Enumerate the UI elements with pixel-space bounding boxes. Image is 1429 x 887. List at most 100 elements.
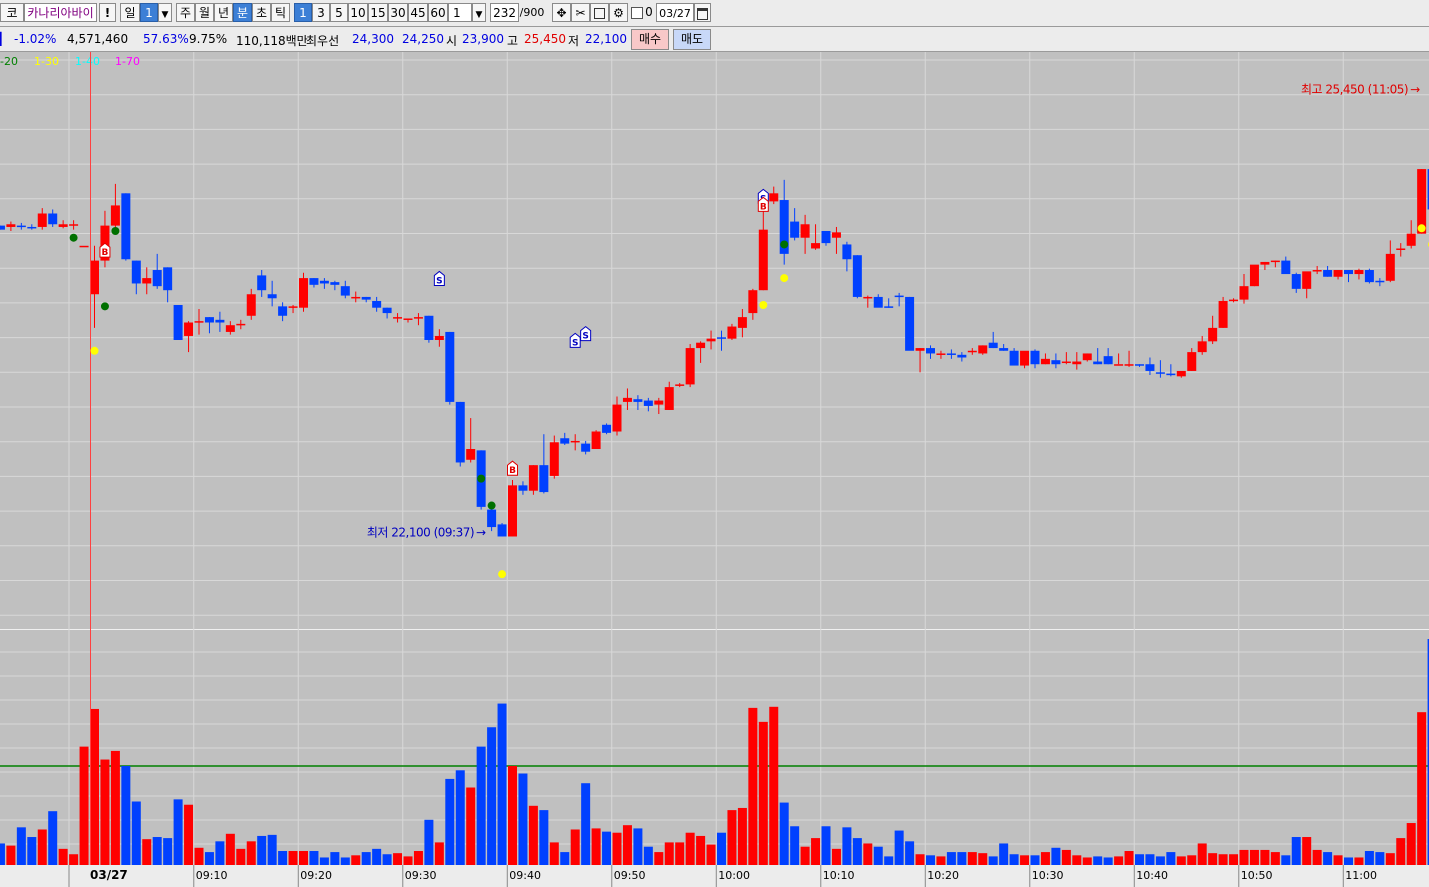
candle xyxy=(194,321,204,323)
candle xyxy=(79,245,89,248)
period-tick-button[interactable]: 틱 xyxy=(271,3,290,22)
candle xyxy=(1364,270,1374,283)
period-week-button[interactable]: 주 xyxy=(176,3,195,22)
period-month-button[interactable]: 월 xyxy=(195,3,214,22)
scissors-icon: ✂ xyxy=(575,6,586,20)
candle xyxy=(1249,264,1259,287)
volume-bar xyxy=(1208,853,1218,865)
volume-bar xyxy=(413,851,423,865)
interval-45-button[interactable]: 45 xyxy=(408,3,428,22)
sell-marker: S xyxy=(433,270,445,286)
candle xyxy=(696,342,706,349)
high-price: 25,450 xyxy=(524,32,566,46)
interval-5-button[interactable]: 5 xyxy=(330,3,348,22)
date-tick-label: 03/27 xyxy=(90,868,128,882)
crosshair-tool-button[interactable]: ✥ xyxy=(552,3,571,22)
volume-bar xyxy=(319,857,329,865)
green-signal-dot xyxy=(487,501,496,510)
green-signal-dot xyxy=(477,474,486,483)
volume-bar xyxy=(1040,852,1050,865)
candle xyxy=(560,438,570,444)
period-minute-button[interactable]: 분 xyxy=(233,3,252,22)
calendar-button[interactable] xyxy=(694,3,711,22)
volume-bar xyxy=(936,856,946,865)
change-percent: -1.02% xyxy=(14,32,57,46)
candle xyxy=(1103,356,1113,365)
range-checkbox-label: 0 xyxy=(645,5,653,19)
volume-bar xyxy=(612,832,622,865)
sell-button[interactable]: 매도 xyxy=(673,29,712,50)
candle xyxy=(1040,358,1050,365)
volume-bar xyxy=(37,829,47,865)
candle xyxy=(1417,169,1427,234)
volume-bar xyxy=(278,851,288,865)
volume-bar xyxy=(288,851,298,865)
calendar-icon xyxy=(697,8,708,20)
volume-bar xyxy=(372,848,382,865)
custom-interval-dropdown[interactable]: ▼ xyxy=(472,3,486,22)
price-chart[interactable]: -201-301-401-70BSBSSSB최고 25,450 (11:05)→… xyxy=(0,52,1429,887)
candle xyxy=(518,485,528,491)
candle xyxy=(905,296,915,351)
interval-30-button[interactable]: 30 xyxy=(388,3,408,22)
candle xyxy=(842,244,852,260)
volume-bar xyxy=(894,830,904,865)
interval-10-button[interactable]: 10 xyxy=(348,3,368,22)
stock-name-input[interactable]: 카나리아바이 xyxy=(24,3,97,22)
volume-bar xyxy=(257,835,267,865)
volume-bar xyxy=(1187,855,1197,865)
period-day-value[interactable]: 1 xyxy=(140,3,158,22)
candle xyxy=(288,306,298,308)
interval-1-button[interactable]: 1 xyxy=(294,3,312,22)
buy-button[interactable]: 매수 xyxy=(631,29,670,50)
alert-button[interactable]: ! xyxy=(99,3,116,22)
scissors-tool-button[interactable]: ✂ xyxy=(571,3,590,22)
candle xyxy=(831,232,841,238)
candle xyxy=(90,260,99,295)
legend-item: 1-70 xyxy=(115,55,140,68)
candle xyxy=(110,205,120,226)
candle xyxy=(152,270,162,287)
x-tick-label: 10:10 xyxy=(823,869,855,882)
save-button[interactable] xyxy=(590,3,609,22)
volume-bar xyxy=(999,843,1009,865)
count-input[interactable]: 232 xyxy=(490,3,519,22)
volume-bar xyxy=(863,843,873,865)
candle xyxy=(131,260,141,284)
market-code-button[interactable]: 코 xyxy=(0,3,24,22)
interval-60-button[interactable]: 60 xyxy=(428,3,448,22)
count-max-label: /900 xyxy=(519,6,545,19)
candle xyxy=(602,424,612,433)
candle xyxy=(1072,361,1082,365)
high-annotation: 최고 25,450 (11:05) xyxy=(1301,83,1408,97)
candle xyxy=(69,224,79,226)
range-checkbox[interactable] xyxy=(630,3,644,22)
bid-price: 24,250 xyxy=(402,32,444,46)
volume-bar xyxy=(622,825,632,865)
volume-bar xyxy=(16,827,26,865)
low-label: 저 xyxy=(568,34,580,48)
period-dropdown[interactable]: ▼ xyxy=(158,3,172,22)
candle xyxy=(1114,364,1124,366)
volume-bar xyxy=(267,834,277,865)
crosshair-icon: ✥ xyxy=(556,6,567,20)
volume-bar xyxy=(204,852,214,865)
volume-bar xyxy=(1229,854,1239,865)
period-second-button[interactable]: 초 xyxy=(252,3,271,22)
candle xyxy=(539,465,549,493)
candle xyxy=(633,399,643,402)
date-input[interactable]: 03/27 xyxy=(656,3,694,22)
x-tick-label: 09:30 xyxy=(405,869,437,882)
volume-bar xyxy=(1302,837,1312,865)
custom-interval-input[interactable]: 1 xyxy=(448,3,472,22)
period-day-button[interactable]: 일 xyxy=(120,3,140,22)
marker-label: B xyxy=(760,202,767,212)
interval-15-button[interactable]: 15 xyxy=(368,3,388,22)
interval-3-button[interactable]: 3 xyxy=(312,3,330,22)
candle xyxy=(372,300,382,308)
candle xyxy=(978,345,988,354)
period-year-button[interactable]: 년 xyxy=(214,3,233,22)
candle xyxy=(1260,261,1270,265)
settings-button[interactable]: ⚙ xyxy=(609,3,628,22)
candle xyxy=(424,315,434,340)
